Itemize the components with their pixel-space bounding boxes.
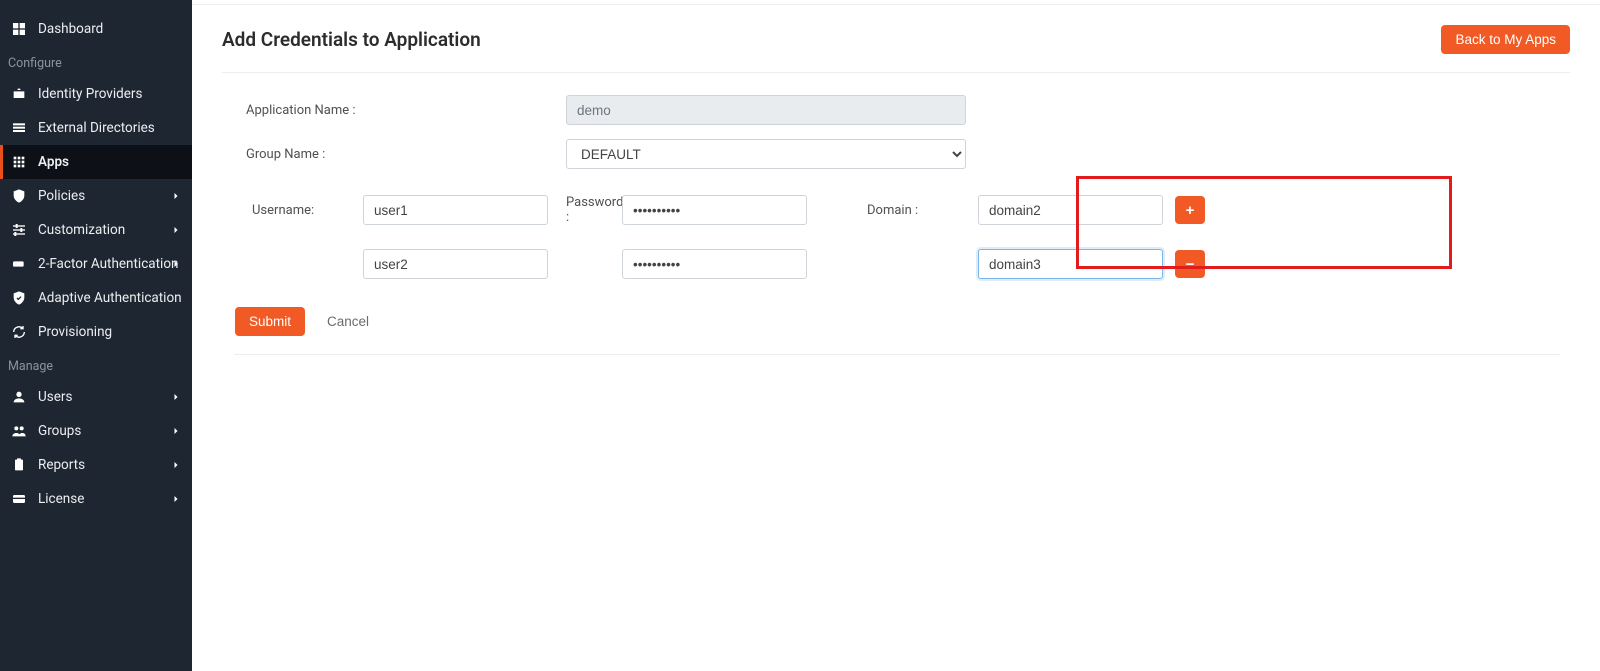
group-name-label: Group Name :: [246, 147, 566, 162]
top-divider: [192, 0, 1600, 5]
password-input-1[interactable]: [622, 195, 807, 225]
sidebar-item-label: Identity Providers: [38, 86, 142, 102]
users-icon: [10, 422, 28, 440]
sidebar-item-adaptive-auth[interactable]: Adaptive Authentication: [0, 281, 192, 315]
sidebar-item-label: External Directories: [38, 120, 155, 136]
app-name-label: Application Name :: [246, 103, 566, 118]
user-icon: [10, 388, 28, 406]
apps-icon: [10, 153, 28, 171]
domain-input-1[interactable]: [978, 195, 1163, 225]
sidebar: Dashboard Configure Identity Providers E…: [0, 0, 192, 671]
sidebar-item-label: Customization: [38, 222, 125, 238]
card-icon: [10, 490, 28, 508]
sidebar-item-policies[interactable]: Policies: [0, 179, 192, 213]
sidebar-item-label: 2-Factor Authentication: [38, 256, 178, 272]
chevron-right-icon: [170, 224, 182, 236]
sidebar-item-license[interactable]: License: [0, 482, 192, 516]
sidebar-item-label: Apps: [38, 154, 69, 170]
chevron-right-icon: [170, 391, 182, 403]
sidebar-item-label: Users: [38, 389, 72, 405]
cancel-button[interactable]: Cancel: [313, 307, 383, 336]
sidebar-item-groups[interactable]: Groups: [0, 414, 192, 448]
remove-row-button[interactable]: −: [1175, 250, 1205, 278]
sidebar-item-2fa[interactable]: 2-Factor Authentication: [0, 247, 192, 281]
briefcase-icon: [10, 85, 28, 103]
key-icon: [10, 255, 28, 273]
list-icon: [10, 119, 28, 137]
sidebar-item-provisioning[interactable]: Provisioning: [0, 315, 192, 349]
sidebar-item-reports[interactable]: Reports: [0, 448, 192, 482]
shield-icon: [10, 187, 28, 205]
chevron-right-icon: [170, 459, 182, 471]
shield-check-icon: [10, 289, 28, 307]
group-name-select[interactable]: DEFAULT: [566, 139, 966, 169]
minus-icon: −: [1186, 256, 1195, 273]
sidebar-item-dashboard[interactable]: Dashboard: [0, 12, 192, 46]
sidebar-item-label: Policies: [38, 188, 85, 204]
username-label: Username:: [246, 203, 351, 218]
dashboard-icon: [10, 20, 28, 38]
password-label: Password :: [560, 195, 610, 225]
sidebar-item-identity-providers[interactable]: Identity Providers: [0, 77, 192, 111]
back-to-my-apps-button[interactable]: Back to My Apps: [1441, 25, 1570, 54]
add-row-button[interactable]: +: [1175, 196, 1205, 224]
sidebar-item-label: Dashboard: [38, 21, 103, 37]
sidebar-item-label: Provisioning: [38, 324, 112, 340]
chevron-right-icon: [170, 190, 182, 202]
page-title: Add Credentials to Application: [222, 28, 481, 51]
submit-button[interactable]: Submit: [235, 307, 305, 336]
sidebar-item-apps[interactable]: Apps: [0, 145, 192, 179]
sidebar-item-customization[interactable]: Customization: [0, 213, 192, 247]
chevron-right-icon: [170, 425, 182, 437]
sliders-icon: [10, 221, 28, 239]
sidebar-item-users[interactable]: Users: [0, 380, 192, 414]
chevron-right-icon: [170, 258, 182, 270]
main-content: Add Credentials to Application Back to M…: [192, 0, 1600, 671]
bottom-divider: [234, 354, 1560, 355]
domain-input-2[interactable]: [978, 249, 1163, 279]
chevron-right-icon: [170, 493, 182, 505]
sidebar-item-external-directories[interactable]: External Directories: [0, 111, 192, 145]
username-input-2[interactable]: [363, 249, 548, 279]
sidebar-item-label: Groups: [38, 423, 81, 439]
sync-icon: [10, 323, 28, 341]
sidebar-item-label: Adaptive Authentication: [38, 290, 182, 306]
username-input-1[interactable]: [363, 195, 548, 225]
plus-icon: +: [1186, 202, 1195, 219]
credentials-form: Application Name : Group Name : DEFAULT …: [222, 73, 1570, 365]
sidebar-item-label: Reports: [38, 457, 85, 473]
app-name-input: [566, 95, 966, 125]
clipboard-icon: [10, 456, 28, 474]
password-input-2[interactable]: [622, 249, 807, 279]
sidebar-section-configure: Configure: [0, 46, 192, 77]
domain-label: Domain :: [861, 203, 966, 218]
sidebar-section-manage: Manage: [0, 349, 192, 380]
sidebar-item-label: License: [38, 491, 84, 507]
